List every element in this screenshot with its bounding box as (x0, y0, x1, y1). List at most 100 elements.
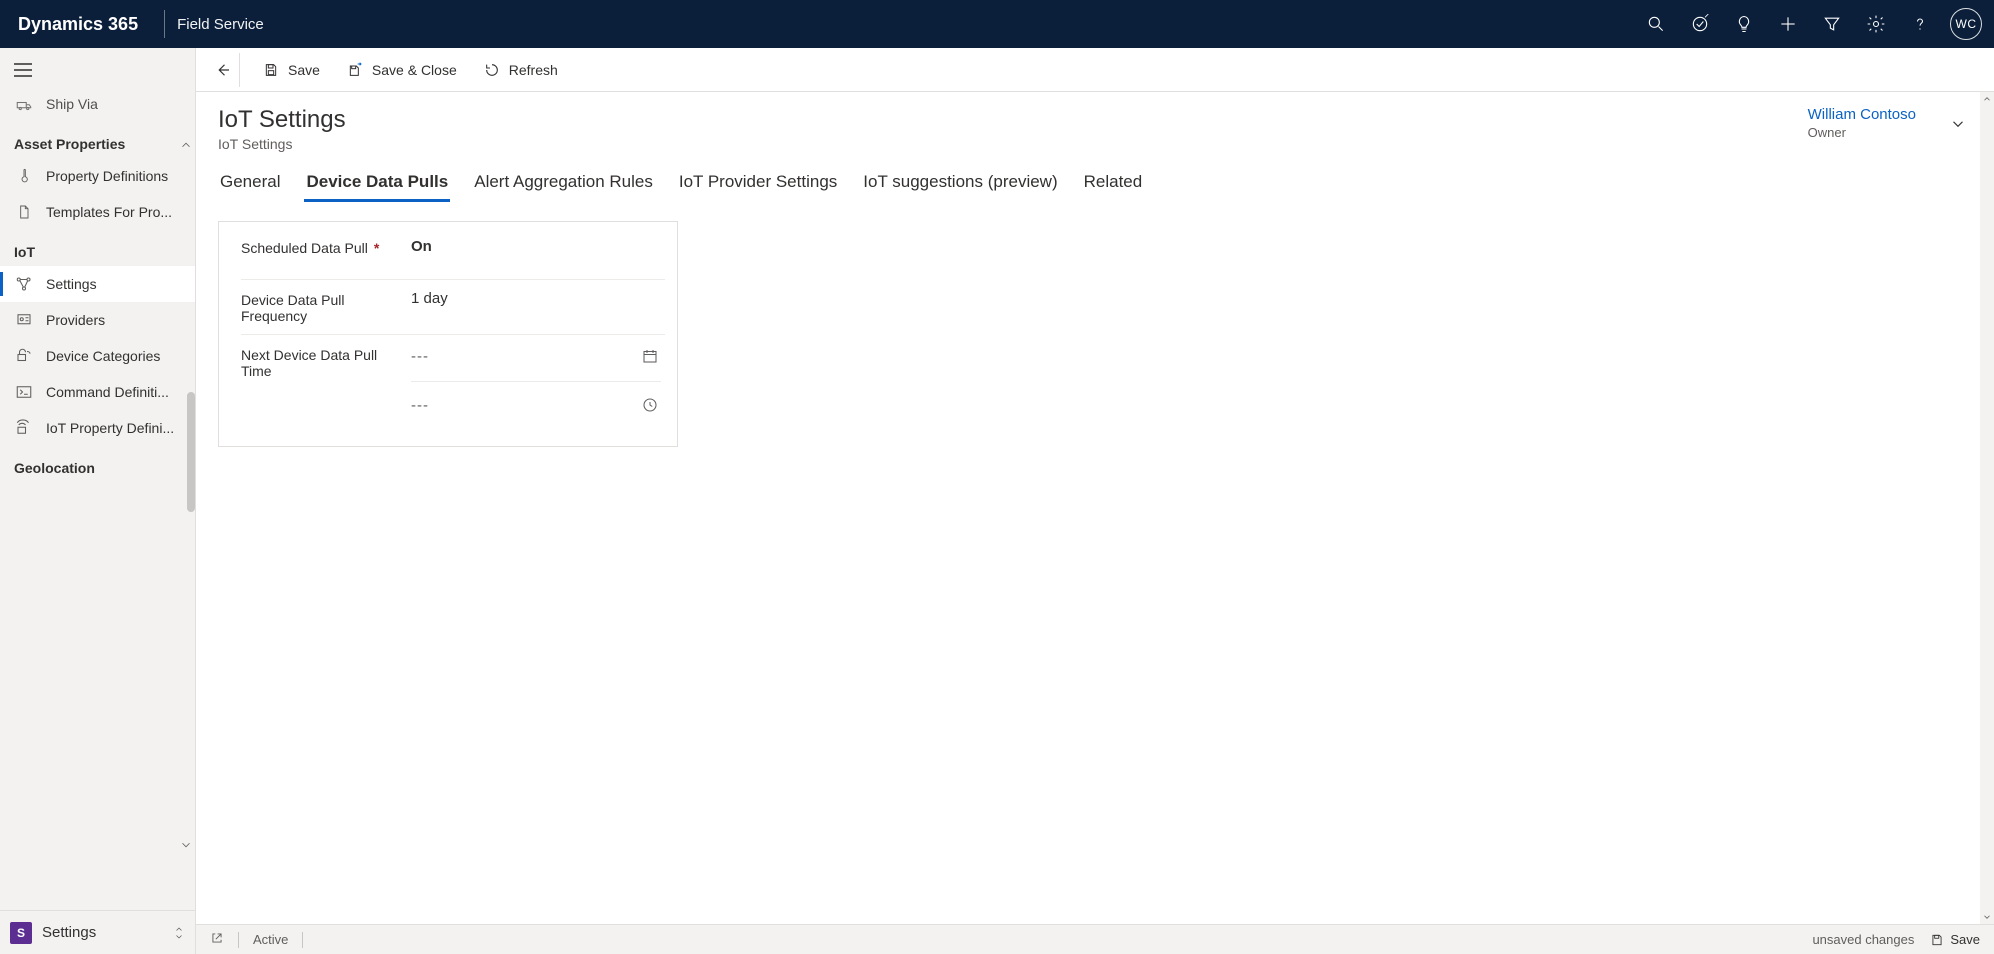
nav-label: IoT Property Defini... (46, 420, 185, 436)
hamburger-icon[interactable] (14, 59, 36, 81)
tab-device-data-pulls[interactable]: Device Data Pulls (304, 166, 450, 202)
topbar-divider (164, 10, 165, 38)
nav-item-templates[interactable]: Templates For Pro... (0, 194, 195, 230)
nav-label: Property Definitions (46, 168, 185, 184)
nav-item-ship-via[interactable]: Ship Via (0, 92, 195, 122)
user-avatar[interactable]: WC (1950, 8, 1982, 40)
tab-iot-suggestions[interactable]: IoT suggestions (preview) (861, 166, 1059, 202)
field-frequency[interactable]: Device Data Pull Frequency 1 day (241, 280, 665, 335)
save-label: Save (288, 62, 320, 78)
gear-icon[interactable] (1854, 0, 1898, 48)
nav-item-settings[interactable]: Settings (0, 266, 195, 302)
refresh-label: Refresh (509, 62, 558, 78)
nav-item-device-categories[interactable]: Device Categories (0, 338, 195, 374)
lightbulb-icon[interactable] (1722, 0, 1766, 48)
statusbar-save-label: Save (1950, 932, 1980, 947)
owner-field-label: Owner (1808, 125, 1916, 140)
field-value: 1 day (411, 290, 448, 307)
field-next-pull-time: Next Device Data Pull Time --- --- (241, 335, 665, 426)
statusbar-divider (238, 932, 239, 948)
area-updown-icon (173, 925, 185, 941)
filter-icon[interactable] (1810, 0, 1854, 48)
main-content: Save Save & Close Refresh IoT Settings I… (196, 48, 1994, 954)
record-state: Active (253, 932, 288, 947)
nav-label: Templates For Pro... (46, 204, 185, 220)
task-check-icon[interactable] (1678, 0, 1722, 48)
required-indicator: * (374, 240, 379, 256)
nav-item-property-definitions[interactable]: Property Definitions (0, 158, 195, 194)
clock-icon[interactable] (639, 394, 661, 416)
area-badge: S (10, 922, 32, 944)
search-icon[interactable] (1634, 0, 1678, 48)
save-button[interactable]: Save (252, 53, 330, 87)
nav-label: Settings (46, 276, 185, 292)
nav-group-iot: IoT (0, 230, 195, 266)
nav-group-geolocation: Geolocation (0, 446, 195, 482)
field-value: On (411, 238, 432, 255)
device-category-icon (14, 346, 34, 366)
refresh-icon (483, 61, 501, 79)
thermometer-icon (14, 166, 34, 186)
command-icon (14, 382, 34, 402)
main-scrollbar[interactable] (1980, 92, 1994, 924)
save-close-icon (346, 61, 364, 79)
tab-general[interactable]: General (218, 166, 282, 202)
field-scheduled-data-pull[interactable]: Scheduled Data Pull* On (241, 228, 665, 280)
field-label: Scheduled Data Pull* (241, 238, 411, 256)
left-nav: Ship Via Asset Properties Property Defin… (0, 48, 196, 954)
nodes-icon (14, 274, 34, 294)
command-bar: Save Save & Close Refresh (196, 48, 1994, 92)
popout-icon[interactable] (210, 931, 224, 948)
device-data-pulls-card: Scheduled Data Pull* On Device Data Pull… (218, 221, 678, 447)
help-icon[interactable] (1898, 0, 1942, 48)
nav-scroll-up-icon[interactable] (179, 138, 193, 152)
status-bar: Active unsaved changes Save (196, 924, 1994, 954)
plus-icon[interactable] (1766, 0, 1810, 48)
nav-group-asset-properties: Asset Properties (0, 122, 195, 158)
field-label: Device Data Pull Frequency (241, 290, 411, 324)
statusbar-save-button[interactable]: Save (1930, 932, 1980, 947)
global-top-bar: Dynamics 365 Field Service WC (0, 0, 1994, 48)
nav-item-command-definitions[interactable]: Command Definiti... (0, 374, 195, 410)
brand-title[interactable]: Dynamics 365 (12, 14, 152, 35)
owner-link[interactable]: William Contoso (1808, 106, 1916, 123)
area-switcher[interactable]: S Settings (0, 910, 195, 954)
area-name: Settings (42, 924, 163, 941)
save-close-label: Save & Close (372, 62, 457, 78)
scroll-up-icon[interactable] (1980, 92, 1994, 106)
nav-label: Command Definiti... (46, 384, 185, 400)
date-value: --- (411, 348, 429, 365)
nav-label: Ship Via (46, 96, 185, 112)
nav-item-iot-property-definitions[interactable]: IoT Property Defini... (0, 410, 195, 446)
save-close-button[interactable]: Save & Close (336, 53, 467, 87)
statusbar-divider (302, 932, 303, 948)
field-label: Next Device Data Pull Time (241, 345, 411, 379)
unsaved-changes-text: unsaved changes (1812, 932, 1914, 947)
record-title: IoT Settings (218, 106, 346, 134)
date-input-row[interactable]: --- (411, 345, 661, 367)
refresh-button[interactable]: Refresh (473, 53, 568, 87)
nav-item-providers[interactable]: Providers (0, 302, 195, 338)
back-button[interactable] (206, 53, 240, 87)
nav-scrollbar-thumb[interactable] (187, 392, 195, 512)
iot-property-icon (14, 418, 34, 438)
tab-related[interactable]: Related (1082, 166, 1145, 202)
nav-scroll-down-icon[interactable] (179, 838, 193, 852)
time-value: --- (411, 397, 429, 414)
form-tabs: General Device Data Pulls Alert Aggregat… (196, 156, 1994, 203)
document-icon (14, 202, 34, 222)
providers-icon (14, 310, 34, 330)
header-expand-button[interactable] (1944, 110, 1972, 138)
scroll-down-icon[interactable] (1980, 910, 1994, 924)
record-header: IoT Settings IoT Settings William Contos… (196, 92, 1994, 156)
tab-alert-aggregation[interactable]: Alert Aggregation Rules (472, 166, 655, 202)
save-icon (262, 61, 280, 79)
nav-label: Device Categories (46, 348, 185, 364)
tab-iot-provider-settings[interactable]: IoT Provider Settings (677, 166, 839, 202)
time-input-row[interactable]: --- (411, 381, 661, 416)
record-entity-name: IoT Settings (218, 136, 346, 152)
app-name[interactable]: Field Service (177, 16, 264, 33)
nav-label: Providers (46, 312, 185, 328)
ship-via-icon (14, 94, 34, 114)
calendar-icon[interactable] (639, 345, 661, 367)
